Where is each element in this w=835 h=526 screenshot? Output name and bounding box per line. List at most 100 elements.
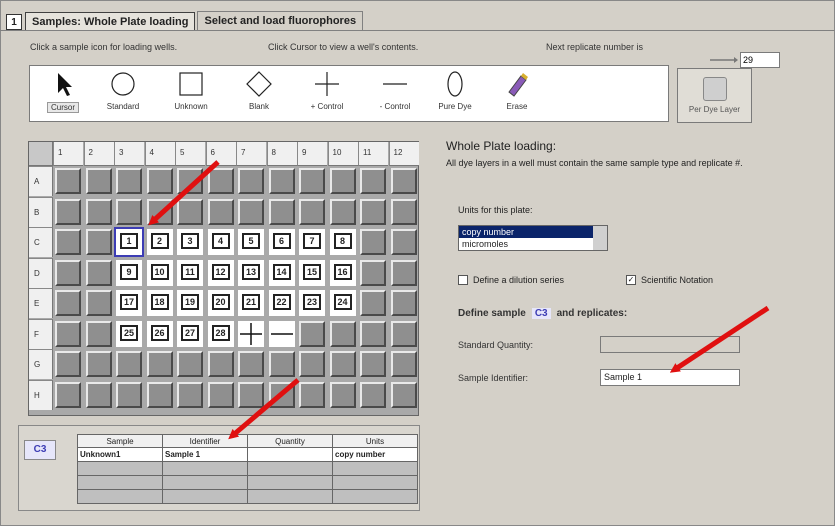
tab-load-fluorophores[interactable]: Select and load fluorophores	[197, 11, 364, 30]
plate-well[interactable]: 15	[299, 259, 325, 286]
plate-well[interactable]	[177, 198, 203, 225]
plate-row-header[interactable]: B	[29, 196, 53, 227]
plate-well[interactable]	[55, 259, 81, 286]
plate-well[interactable]: 24	[329, 290, 356, 316]
plate-well[interactable]	[55, 229, 81, 255]
tool-erase[interactable]: Erase	[492, 66, 542, 122]
plate-well[interactable]: 21	[238, 290, 264, 316]
standard-quantity-field[interactable]	[600, 336, 740, 353]
plate-well[interactable]: 11	[177, 259, 203, 286]
plate-well[interactable]: 25	[116, 320, 142, 347]
replicate-number-field[interactable]	[740, 52, 780, 68]
plate-column-header[interactable]: 2	[83, 142, 114, 166]
plate-well[interactable]	[55, 198, 81, 225]
plate-well[interactable]	[360, 168, 386, 194]
plate-well[interactable]	[238, 198, 264, 225]
plate-well[interactable]	[329, 320, 356, 347]
plate-well[interactable]	[55, 168, 81, 194]
plate-well[interactable]	[390, 259, 417, 286]
plate-column-header[interactable]: 6	[205, 142, 236, 166]
plate-column-header[interactable]: 10	[327, 142, 358, 166]
tool-pure-dye[interactable]: Pure Dye	[430, 66, 480, 122]
plate-well[interactable]: 26	[146, 320, 173, 347]
plate-well[interactable]: 17	[116, 290, 142, 316]
plate-well[interactable]: 10	[146, 259, 173, 286]
plate-well[interactable]	[360, 290, 386, 316]
plate-well[interactable]	[329, 168, 356, 194]
scientific-notation-checkbox[interactable]: ✓ Scientific Notation	[626, 275, 713, 285]
plate-well[interactable]	[299, 320, 325, 347]
plate-well[interactable]	[238, 168, 264, 194]
plate-column-header[interactable]: 5	[175, 142, 205, 166]
plate-well[interactable]: 8	[329, 229, 356, 255]
plate-row-header[interactable]: C	[29, 227, 53, 257]
plate-well[interactable]	[390, 381, 417, 408]
plate-well[interactable]	[390, 320, 417, 347]
plate-well[interactable]	[360, 320, 386, 347]
plate-column-header[interactable]: 11	[358, 142, 388, 166]
plate-well[interactable]	[85, 259, 112, 286]
plate-well[interactable]	[55, 351, 81, 377]
plate-well[interactable]	[268, 198, 295, 225]
plate-well[interactable]	[329, 351, 356, 377]
plate-row-header[interactable]: A	[29, 166, 53, 196]
plate-well[interactable]: 6	[268, 229, 295, 255]
plate-well[interactable]: 2	[146, 229, 173, 255]
plate-well[interactable]: 12	[207, 259, 234, 286]
plate-well[interactable]	[85, 198, 112, 225]
plate-well[interactable]	[329, 381, 356, 408]
plate-well[interactable]	[85, 168, 112, 194]
plate-well[interactable]	[55, 381, 81, 408]
plate-well[interactable]	[268, 320, 295, 347]
plate-well[interactable]: 18	[146, 290, 173, 316]
plate-well[interactable]	[207, 351, 234, 377]
plate-well[interactable]	[360, 381, 386, 408]
plate-well[interactable]	[268, 381, 295, 408]
dilution-series-checkbox[interactable]: Define a dilution series	[458, 275, 564, 285]
tool-negative-control[interactable]: - Control	[370, 66, 420, 122]
plate-column-header[interactable]: 12	[388, 142, 419, 166]
plate-well[interactable]	[238, 351, 264, 377]
plate-well[interactable]	[390, 198, 417, 225]
plate-well[interactable]: 19	[177, 290, 203, 316]
plate-column-header[interactable]: 1	[53, 142, 83, 166]
plate-well[interactable]	[360, 351, 386, 377]
units-option[interactable]: copy number	[459, 226, 607, 238]
plate-row-header[interactable]: E	[29, 288, 53, 318]
plate-well[interactable]	[55, 290, 81, 316]
plate-well[interactable]	[238, 381, 264, 408]
plate-well[interactable]	[55, 320, 81, 347]
plate-well[interactable]	[85, 290, 112, 316]
plate-well[interactable]	[85, 351, 112, 377]
plate-well[interactable]: 16	[329, 259, 356, 286]
plate-well[interactable]	[299, 198, 325, 225]
tab-whole-plate-loading[interactable]: Samples: Whole Plate loading	[25, 12, 196, 31]
plate-well[interactable]	[177, 168, 203, 194]
plate-well[interactable]	[390, 168, 417, 194]
sample-identifier-field[interactable]: Sample 1	[600, 369, 740, 386]
plate-well[interactable]	[390, 229, 417, 255]
plate-well[interactable]	[360, 259, 386, 286]
plate-well[interactable]: 3	[177, 229, 203, 255]
plate-well[interactable]: 5	[238, 229, 264, 255]
plate-well[interactable]	[146, 168, 173, 194]
plate-well[interactable]	[268, 168, 295, 194]
plate-well[interactable]: 14	[268, 259, 295, 286]
plate-well[interactable]	[146, 381, 173, 408]
tool-standard[interactable]: Standard	[98, 66, 148, 122]
plate-row-header[interactable]: F	[29, 318, 53, 349]
plate-well[interactable]	[390, 290, 417, 316]
plate-well[interactable]	[177, 351, 203, 377]
plate-well[interactable]: 4	[207, 229, 234, 255]
tool-blank[interactable]: Blank	[234, 66, 284, 122]
plate-well[interactable]	[360, 198, 386, 225]
plate-well[interactable]: 28	[207, 320, 234, 347]
plate-column-header[interactable]: 8	[266, 142, 297, 166]
plate-well[interactable]: 9	[116, 259, 142, 286]
plate-well[interactable]	[299, 168, 325, 194]
tool-positive-control[interactable]: + Control	[302, 66, 352, 122]
plate-well[interactable]	[85, 229, 112, 255]
plate-well[interactable]: 1	[114, 227, 144, 257]
plate-well[interactable]	[207, 168, 234, 194]
plate-well[interactable]	[238, 320, 264, 347]
